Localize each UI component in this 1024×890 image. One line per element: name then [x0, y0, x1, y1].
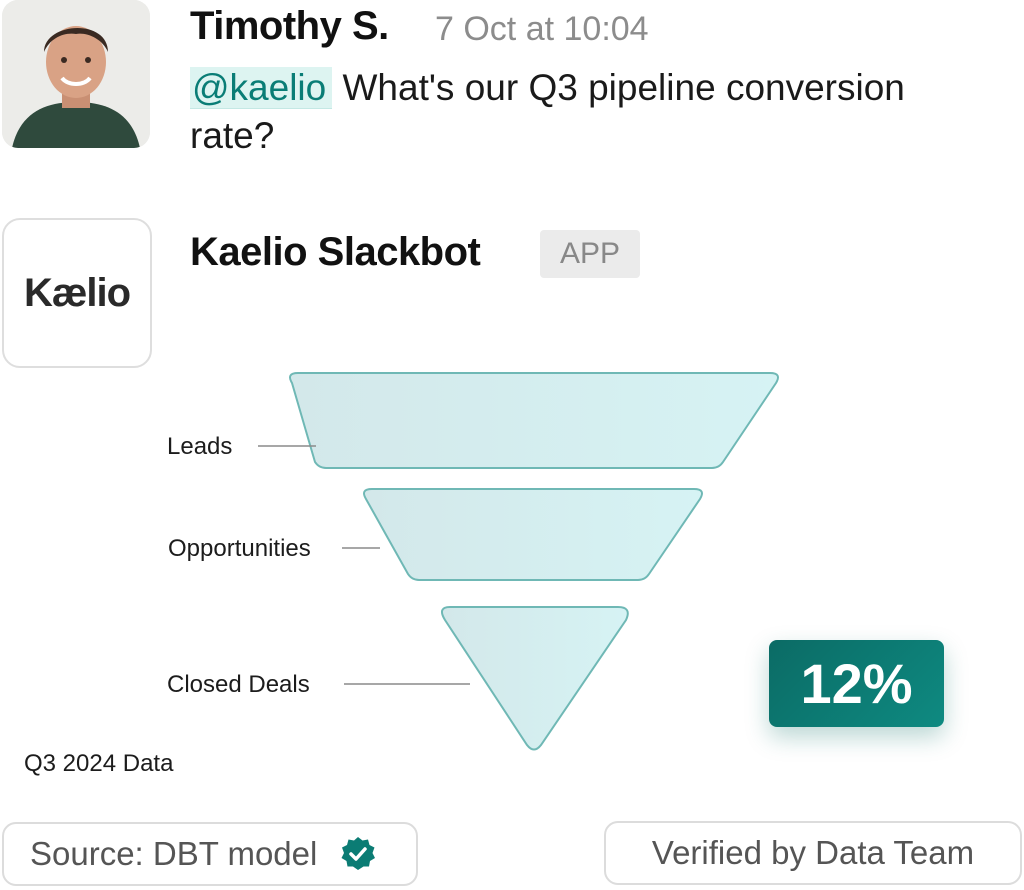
funnel-stage-leads [289, 372, 779, 469]
funnel-label-closed-deals: Closed Deals [167, 671, 310, 698]
verified-badge-icon [339, 835, 377, 873]
funnel-label-leads: Leads [167, 433, 232, 460]
verified-label: Verified by Data Team [651, 834, 975, 871]
source-label: Source: DBT model [30, 835, 318, 872]
funnel-stage-closed-deals [440, 606, 629, 751]
funnel-label-opportunities: Opportunities [168, 535, 311, 562]
funnel-stage-opportunities [363, 488, 703, 581]
source-pill[interactable]: Source: DBT model [2, 822, 418, 886]
conversion-rate-badge: 12% [769, 640, 944, 727]
verified-pill[interactable]: Verified by Data Team [604, 821, 1022, 885]
data-period-label: Q3 2024 Data [24, 750, 174, 777]
